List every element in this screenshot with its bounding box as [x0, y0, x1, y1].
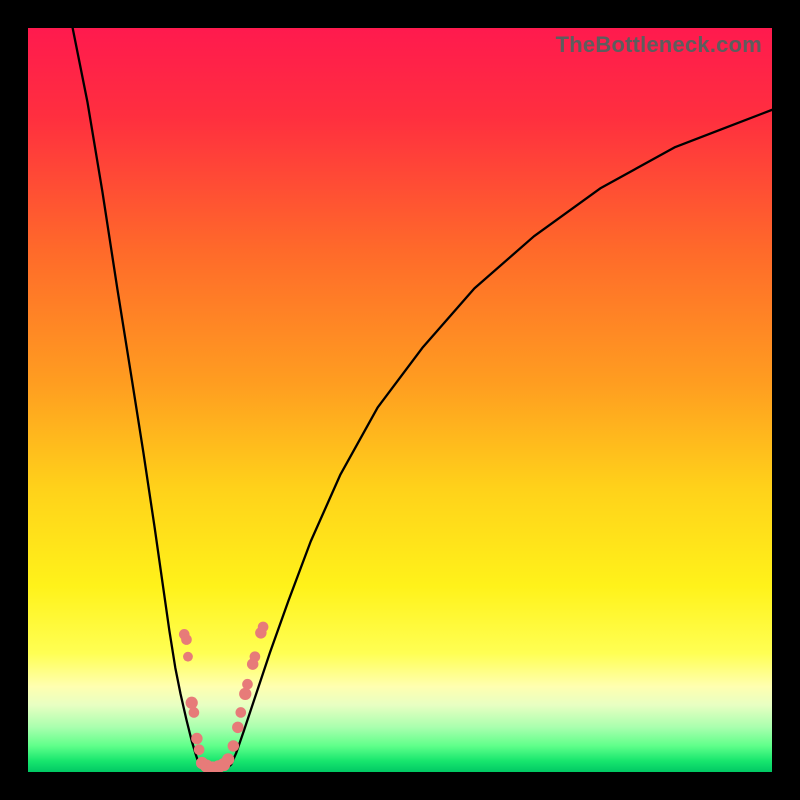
data-marker: [194, 744, 205, 755]
data-marker: [183, 652, 193, 662]
data-marker: [239, 688, 251, 700]
data-marker: [191, 733, 202, 744]
curve-layer: [28, 28, 772, 772]
data-marker: [222, 753, 234, 765]
chart-frame: TheBottleneck.com: [0, 0, 800, 800]
data-marker: [189, 707, 200, 718]
plot-area: TheBottleneck.com: [28, 28, 772, 772]
data-marker: [186, 697, 198, 709]
data-marker: [235, 707, 246, 718]
data-marker: [181, 634, 192, 645]
data-marker: [258, 622, 269, 633]
bottleneck-curve: [73, 28, 772, 772]
data-marker: [232, 722, 243, 733]
data-marker: [250, 651, 261, 662]
data-marker: [242, 679, 253, 690]
data-marker: [228, 740, 239, 751]
